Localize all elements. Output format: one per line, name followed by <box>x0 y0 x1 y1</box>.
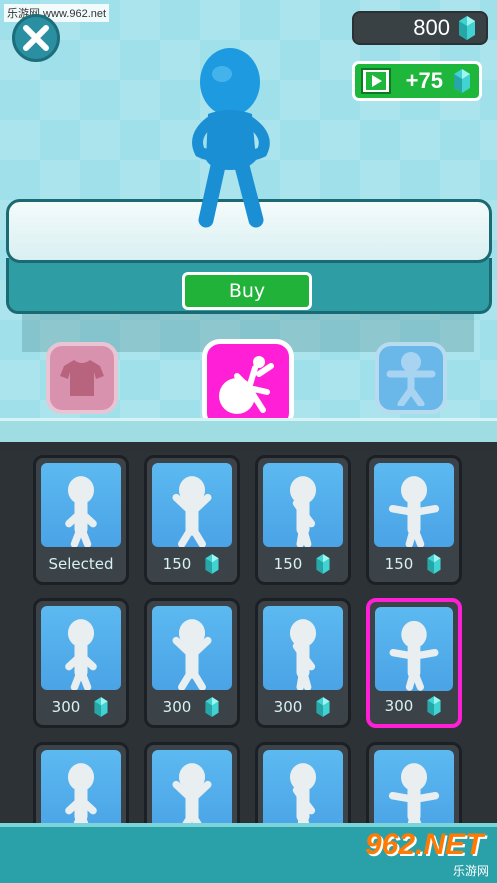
dance-item-label: 300 <box>147 695 237 719</box>
dancer-figure-icon <box>289 476 317 547</box>
dance-item-label: 150 <box>147 552 237 576</box>
dance-item-card[interactable]: Selected <box>33 455 129 585</box>
dance-preview-thumbnail <box>375 607 453 691</box>
brand-subtitle: 乐游网 <box>452 864 489 878</box>
watch-ad-button[interactable]: +75 <box>352 61 482 101</box>
dance-item-price: 150 <box>384 555 414 573</box>
brand-logo: 962.NET 乐游网 <box>365 828 489 879</box>
dance-item-price: 150 <box>162 555 192 573</box>
dance-item-card[interactable]: 150 <box>144 455 240 585</box>
dance-item-label: 150 <box>369 552 459 576</box>
ad-reward: +75 <box>405 68 443 93</box>
dance-item-price: 300 <box>273 698 303 716</box>
dance-item-label: 300 <box>36 695 126 719</box>
dancer-figure-icon <box>172 476 212 547</box>
preview-character <box>192 48 270 228</box>
character-icon <box>386 352 436 406</box>
dance-item-price: Selected <box>48 555 114 573</box>
tab-outfit[interactable] <box>46 342 118 414</box>
close-button[interactable] <box>12 14 60 62</box>
dancer-icon <box>219 356 274 414</box>
close-icon <box>23 25 49 51</box>
diamond-gem-icon <box>94 697 108 717</box>
tshirt-icon <box>60 360 104 396</box>
diamond-gem-icon <box>427 696 441 716</box>
dancer-figure-icon <box>172 763 212 834</box>
dancer-figure-icon <box>388 763 440 834</box>
dancer-figure-icon <box>65 476 97 547</box>
dance-preview-thumbnail <box>41 750 121 834</box>
dance-item-price: 150 <box>273 555 303 573</box>
diamond-gem-icon <box>427 554 441 574</box>
dance-preview-thumbnail <box>41 463 121 547</box>
dance-preview-thumbnail <box>374 750 454 834</box>
tab-skin[interactable] <box>375 342 447 414</box>
dance-preview-thumbnail <box>263 463 343 547</box>
dance-item-card[interactable]: 300 <box>33 598 129 728</box>
dancer-figure-icon <box>65 619 97 690</box>
dance-item-label: 300 <box>258 695 348 719</box>
dance-preview-thumbnail <box>152 463 232 547</box>
brand-logo-text: 962.NET <box>365 828 484 861</box>
dance-item-card[interactable]: 150 <box>366 455 462 585</box>
diamond-gem-icon <box>205 554 219 574</box>
dance-preview-thumbnail <box>152 750 232 834</box>
diamond-gem-icon <box>316 697 330 717</box>
diamond-gem-icon <box>454 69 470 93</box>
dance-item-price: 300 <box>384 697 414 715</box>
dancer-figure-icon <box>388 476 440 547</box>
dance-item-card[interactable]: 150 <box>255 455 351 585</box>
diamond-gem-icon <box>316 554 330 574</box>
diamond-gem-icon <box>205 697 219 717</box>
dance-preview-thumbnail <box>374 463 454 547</box>
diamond-gem-icon <box>459 16 475 40</box>
dancer-figure-icon <box>289 763 317 834</box>
dancer-figure-icon <box>289 619 317 690</box>
gem-count: 800 <box>413 15 450 40</box>
shelf-ledge <box>0 418 497 442</box>
dance-item-card[interactable]: 300 <box>255 598 351 728</box>
dance-item-price: 300 <box>162 698 192 716</box>
dance-item-card[interactable]: 300 <box>366 598 462 728</box>
dancer-figure-icon <box>65 763 97 834</box>
dance-item-label: 150 <box>258 552 348 576</box>
gem-counter: 800 <box>352 11 488 45</box>
dance-item-label: Selected <box>36 552 126 576</box>
dancer-figure-icon <box>389 620 439 691</box>
dance-item-price: 300 <box>51 698 81 716</box>
buy-button[interactable]: Buy <box>182 272 312 310</box>
dance-preview-thumbnail <box>41 606 121 690</box>
dance-preview-thumbnail <box>263 606 343 690</box>
film-play-icon <box>361 68 391 94</box>
dancer-figure-icon <box>172 619 212 690</box>
dance-item-card[interactable]: 300 <box>144 598 240 728</box>
dance-item-label: 300 <box>370 694 458 718</box>
dance-preview-thumbnail <box>152 606 232 690</box>
dance-preview-thumbnail <box>263 750 343 834</box>
